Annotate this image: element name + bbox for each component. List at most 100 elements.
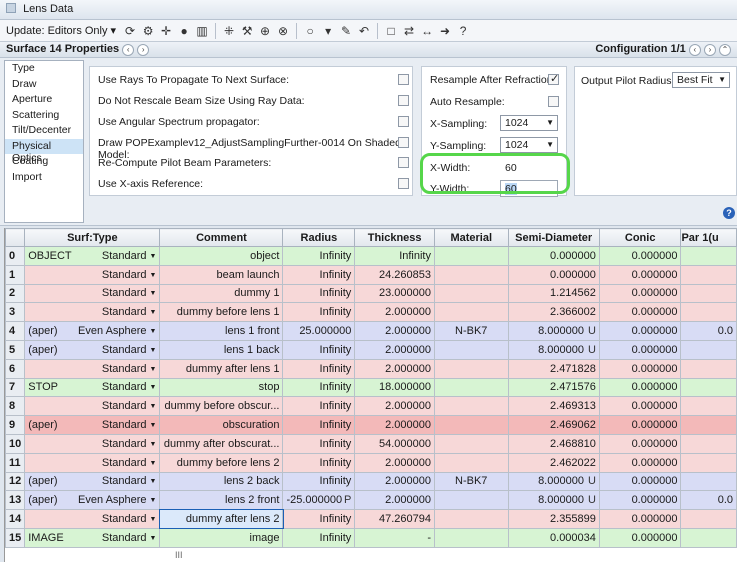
circle-icon[interactable]: ○: [302, 23, 318, 39]
column-header[interactable]: Par 1(u: [680, 228, 737, 247]
conic-cell[interactable]: 0.000000: [598, 283, 682, 304]
material-cell[interactable]: [433, 358, 509, 379]
par1-cell[interactable]: [680, 358, 737, 379]
angular-spectrum-checkbox[interactable]: [398, 116, 409, 127]
update-mode-dropdown[interactable]: Update: Editors Only ▾: [6, 24, 116, 37]
semi-diameter-cell[interactable]: 2.469313: [507, 396, 600, 417]
semi-diameter-cell[interactable]: 2.471576: [507, 377, 600, 398]
semi-diameter-cell[interactable]: 0.000034: [507, 527, 600, 548]
material-cell[interactable]: [433, 527, 509, 548]
row-number[interactable]: 14: [5, 509, 26, 529]
comment-cell[interactable]: lens 1 back: [159, 339, 284, 360]
chevron-down-icon[interactable]: ▼: [150, 497, 157, 504]
row-number[interactable]: 9: [5, 415, 26, 435]
chevron-down-icon[interactable]: ▼: [150, 422, 157, 429]
surf-type-cell[interactable]: Standard ▼: [24, 283, 161, 304]
conic-cell[interactable]: 0.000000: [598, 396, 682, 417]
y-sampling-select[interactable]: 1024 ▼: [500, 137, 558, 153]
table-row[interactable]: 8 Standard ▼ dummy before obscur... Infinity…: [5, 396, 737, 417]
thickness-cell[interactable]: 2.000000: [354, 415, 435, 435]
comment-cell[interactable]: beam launch: [159, 264, 284, 285]
material-cell[interactable]: N-BK7: [433, 321, 509, 341]
row-number[interactable]: 15: [5, 527, 26, 548]
comment-cell[interactable]: dummy after lens 1: [159, 358, 284, 379]
blank-icon[interactable]: □: [383, 23, 399, 39]
add-icon[interactable]: ✛: [158, 23, 174, 39]
table-row[interactable]: 7 STOP Standard ▼ stop Infinity 18.000000 2.471…: [5, 377, 737, 398]
conic-cell[interactable]: 0.000000: [598, 527, 682, 548]
par1-cell[interactable]: [680, 415, 737, 435]
prev-config-icon[interactable]: ‹: [688, 44, 701, 56]
semi-diameter-cell[interactable]: 2.355899: [507, 509, 600, 529]
comment-cell[interactable]: object: [159, 246, 284, 266]
thickness-cell[interactable]: 2.000000: [354, 452, 435, 473]
arrows-icon[interactable]: ↔: [419, 23, 435, 39]
pilot-radius-select[interactable]: Best Fit ▼: [672, 72, 730, 88]
material-cell[interactable]: N-BK7: [433, 471, 509, 492]
row-number[interactable]: 3: [5, 302, 26, 323]
conic-cell[interactable]: 0.000000: [598, 246, 682, 266]
row-number[interactable]: 6: [5, 358, 26, 379]
surf-type-cell[interactable]: OBJECT Standard ▼: [24, 246, 161, 266]
chevron-down-icon[interactable]: ▼: [150, 403, 157, 410]
semi-diameter-cell[interactable]: 2.366002: [507, 302, 600, 323]
sidenav-item-scattering[interactable]: Scattering: [5, 108, 83, 124]
radius-cell[interactable]: Infinity: [282, 433, 356, 454]
comment-cell[interactable]: lens 1 front: [159, 321, 284, 341]
resample-checkbox[interactable]: [548, 72, 559, 85]
chevron-down-icon[interactable]: ▾: [320, 23, 336, 39]
semi-diameter-cell[interactable]: U 8.000000: [507, 490, 600, 511]
radius-cell[interactable]: Infinity: [282, 377, 356, 398]
thickness-cell[interactable]: 2.000000: [354, 339, 435, 360]
table-row[interactable]: 13 (aper) Even Asphere ▼ lens 2 front P -25.00…: [5, 490, 737, 511]
surf-type-cell[interactable]: IMAGE Standard ▼: [24, 527, 161, 548]
radius-cell[interactable]: Infinity: [282, 415, 356, 435]
row-number[interactable]: 11: [5, 452, 26, 473]
par1-cell[interactable]: [680, 283, 737, 304]
material-cell[interactable]: [433, 452, 509, 473]
conic-cell[interactable]: 0.000000: [598, 302, 682, 323]
par1-cell[interactable]: [680, 471, 737, 492]
row-number[interactable]: 8: [5, 396, 26, 417]
radius-cell[interactable]: Infinity: [282, 509, 356, 529]
column-header[interactable]: Thickness: [354, 228, 435, 247]
table-row[interactable]: 4 (aper) Even Asphere ▼ lens 1 front 25.00000…: [5, 321, 737, 341]
split-icon[interactable]: ⊕: [257, 23, 273, 39]
settings-icon[interactable]: ⚙: [140, 23, 156, 39]
chevron-down-icon[interactable]: ▼: [150, 460, 157, 467]
comment-cell[interactable]: dummy before lens 2: [159, 452, 284, 473]
conic-cell[interactable]: 0.000000: [598, 415, 682, 435]
semi-diameter-cell[interactable]: 2.468810: [507, 433, 600, 454]
comment-cell[interactable]: lens 2 front: [159, 490, 284, 511]
table-row[interactable]: 15 IMAGE Standard ▼ image Infinity - 0.000034 0.…: [5, 527, 737, 548]
semi-diameter-cell[interactable]: 2.469062: [507, 415, 600, 435]
sidenav-item-draw[interactable]: Draw: [5, 77, 83, 93]
arrow-right-icon[interactable]: ➜: [437, 23, 453, 39]
material-cell[interactable]: [433, 490, 509, 511]
comment-cell[interactable]: stop: [159, 377, 284, 398]
material-cell[interactable]: [433, 339, 509, 360]
conic-cell[interactable]: 0.000000: [598, 339, 682, 360]
row-number[interactable]: 13: [5, 490, 26, 511]
radius-cell[interactable]: Infinity: [282, 471, 356, 492]
sidenav-item-physical-optics[interactable]: Physical Optics: [5, 138, 83, 164]
material-cell[interactable]: [433, 509, 509, 529]
material-cell[interactable]: [433, 302, 509, 323]
table-row[interactable]: 10 Standard ▼ dummy after obscurat... Infini…: [5, 433, 737, 454]
sidenav-item-import[interactable]: Import: [5, 170, 83, 186]
semi-diameter-cell[interactable]: 2.471828: [507, 358, 600, 379]
thickness-cell[interactable]: 24.260853: [354, 264, 435, 285]
comment-cell[interactable]: image: [159, 527, 284, 548]
semi-diameter-cell[interactable]: 0.000000: [507, 264, 600, 285]
row-number[interactable]: 4: [5, 321, 26, 341]
surf-type-cell[interactable]: Standard ▼: [24, 433, 161, 454]
conic-cell[interactable]: 0.000000: [598, 490, 682, 511]
table-row[interactable]: 9 (aper) Standard ▼ obscuration Infinity 2.000…: [5, 415, 737, 435]
par1-cell[interactable]: [680, 246, 737, 266]
conic-cell[interactable]: 0.000000: [598, 452, 682, 473]
conic-cell[interactable]: 0.000000: [598, 433, 682, 454]
table-row[interactable]: 12 (aper) Standard ▼ lens 2 back Infinity 2.00…: [5, 471, 737, 492]
scatter-icon[interactable]: ⁜: [221, 23, 237, 39]
semi-diameter-flag[interactable]: U: [584, 344, 596, 356]
swap-icon[interactable]: ⇄: [401, 23, 417, 39]
